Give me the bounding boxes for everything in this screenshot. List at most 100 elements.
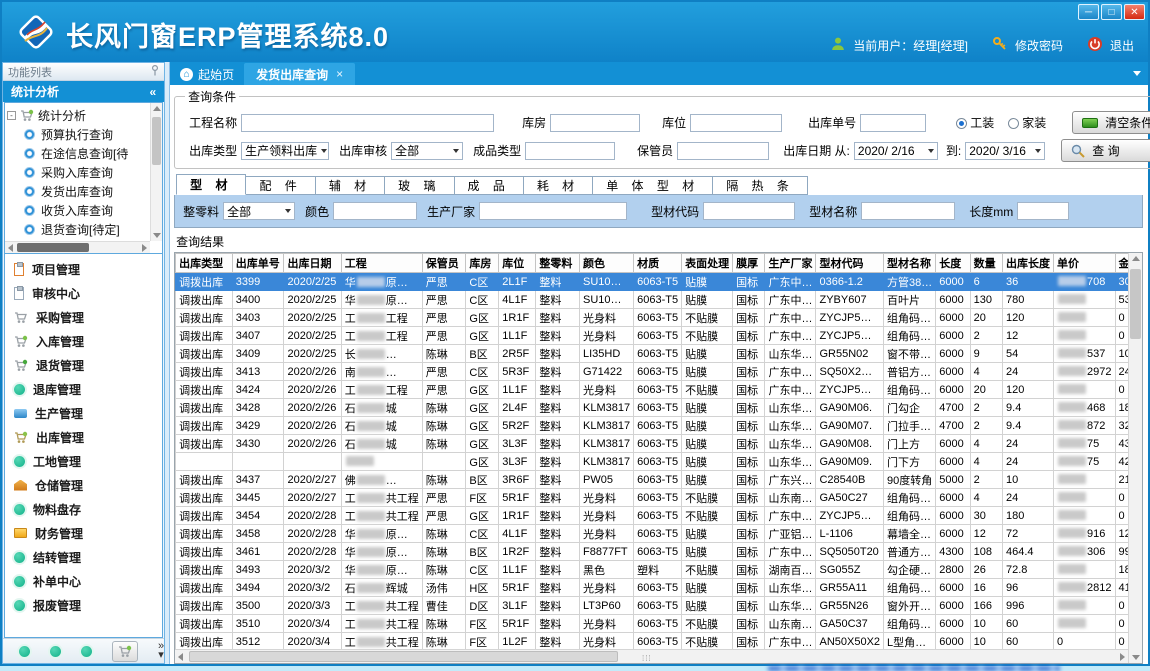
grid-horizontal-scrollbar[interactable]: ⁞⁞⁞ <box>175 649 1128 663</box>
cart-module-button[interactable] <box>112 641 138 662</box>
column-header[interactable]: 出库单号 <box>232 254 284 273</box>
pin-icon[interactable] <box>151 65 159 79</box>
module-dot-icon[interactable] <box>81 646 92 657</box>
column-header[interactable]: 数量 <box>970 254 1002 273</box>
column-header[interactable]: 膜厚 <box>733 254 765 273</box>
sidebar-item-仓储管理[interactable]: 仓储管理 <box>5 473 162 497</box>
column-header[interactable]: 出库日期 <box>284 254 341 273</box>
tree-item[interactable]: 发货出库查询 <box>7 182 149 201</box>
column-header[interactable]: 保管员 <box>422 254 466 273</box>
sidebar-item-报废管理[interactable]: 报废管理 <box>5 593 162 617</box>
column-header[interactable]: 出库长度 <box>1003 254 1054 273</box>
material-tab[interactable]: 辅 材 <box>316 176 385 195</box>
sidebar-item-入库管理[interactable]: 入库管理 <box>5 329 162 353</box>
table-row[interactable]: 调拨出库34582020/2/28华原…陈琳C区4L1F整料光身料6063-T5… <box>176 525 1142 543</box>
column-header[interactable]: 颜色 <box>580 254 634 273</box>
table-row[interactable]: 调拨出库34092020/2/25长…陈琳B区2R5F整料LI35HD6063-… <box>176 345 1142 363</box>
tree-item[interactable]: 退货查询[待定] <box>7 220 149 239</box>
sidebar-item-出库管理[interactable]: 出库管理 <box>5 425 162 449</box>
keeper-input[interactable] <box>677 142 769 160</box>
warehouse-input[interactable] <box>550 114 640 132</box>
profile-name-input[interactable] <box>861 202 955 220</box>
table-row[interactable]: 调拨出库34452020/2/27工共工程严思F区5R1F整料光身料6063-T… <box>176 489 1142 507</box>
table-row[interactable]: 调拨出库34372020/2/27佛…陈琳B区3R6F整料PW056063-T5… <box>176 471 1142 489</box>
table-row[interactable]: 调拨出库34132020/2/26南…严思C区5R3F整料G714226063-… <box>176 363 1142 381</box>
sidebar-item-审核中心[interactable]: 审核中心 <box>5 281 162 305</box>
date-to-select[interactable]: 2020/ 3/16 <box>965 142 1045 160</box>
column-header[interactable]: 长度 <box>936 254 970 273</box>
tree-item[interactable]: 预算执行查询 <box>7 125 149 144</box>
table-row[interactable]: 调拨出库33992020/2/25华原…严思C区2L1F整料SU10…6063-… <box>176 273 1142 291</box>
sidebar-group-statistics[interactable]: 统计分析 « <box>3 81 164 102</box>
outbound-audit-select[interactable]: 全部 <box>391 142 463 160</box>
column-header[interactable]: 型材名称 <box>884 254 936 273</box>
table-row[interactable]: 调拨出库34942020/3/2石辉城汤伟H区5R1F整料光身料6063-T5贴… <box>176 579 1142 597</box>
table-row[interactable]: 调拨出库34032020/2/25工工程严思G区1R1F整料光身料6063-T5… <box>176 309 1142 327</box>
change-password-link[interactable]: 修改密码 <box>1015 37 1063 54</box>
product-type-input[interactable] <box>525 142 615 160</box>
table-row[interactable]: 调拨出库34292020/2/26石城陈琳G区5R2F整料KLM38176063… <box>176 417 1142 435</box>
tree-item[interactable]: 采购入库查询 <box>7 163 149 182</box>
material-tab[interactable]: 成 品 <box>455 176 524 195</box>
material-tab[interactable]: 耗 材 <box>524 176 593 195</box>
sidebar-item-工地管理[interactable]: 工地管理 <box>5 449 162 473</box>
column-header[interactable]: 表面处理 <box>682 254 733 273</box>
tab-close-icon[interactable]: × <box>336 67 343 81</box>
sidebar-item-退货管理[interactable]: 退货管理 <box>5 353 162 377</box>
table-row[interactable]: 调拨出库34932020/3/2华原…陈琳C区1L1F整料黑色塑料不贴膜国标湖南… <box>176 561 1142 579</box>
tab-list-dropdown-icon[interactable] <box>1133 71 1141 76</box>
location-input[interactable] <box>690 114 782 132</box>
project-name-input[interactable] <box>241 114 494 132</box>
material-tab[interactable]: 单 体 型 材 <box>593 176 713 195</box>
table-row[interactable]: 调拨出库34242020/2/26工工程严思G区1L1F整料光身料6063-T5… <box>176 381 1142 399</box>
tree-horizontal-scrollbar[interactable] <box>5 241 150 253</box>
clear-conditions-button[interactable]: 清空条件 <box>1072 111 1150 134</box>
tab-home[interactable]: ⌂ 起始页 <box>170 63 244 85</box>
tree-item[interactable]: 在途信息查询[待 <box>7 144 149 163</box>
table-row[interactable]: 调拨出库34542020/2/28工共工程严思G区1R1F整料光身料6063-T… <box>176 507 1142 525</box>
column-header[interactable]: 出库类型 <box>176 254 233 273</box>
maximize-button[interactable]: □ <box>1101 4 1122 20</box>
material-tab[interactable]: 型 材 <box>176 174 246 195</box>
search-button[interactable]: 查 询 <box>1061 139 1150 162</box>
column-header[interactable]: 整零料 <box>536 254 580 273</box>
tree-root-node[interactable]: - 统计分析 <box>7 105 149 125</box>
logout-link[interactable]: 退出 <box>1110 37 1134 54</box>
date-from-select[interactable]: 2020/ 2/16 <box>854 142 938 160</box>
tab-shipment-outbound-query[interactable]: 发货出库查询 × <box>244 63 355 85</box>
maker-input[interactable] <box>479 202 627 220</box>
minimize-button[interactable]: ─ <box>1078 4 1099 20</box>
column-header[interactable]: 生产厂家 <box>765 254 816 273</box>
material-tab[interactable]: 隔 热 条 <box>713 176 808 195</box>
column-header[interactable]: 型材代码 <box>816 254 884 273</box>
column-header[interactable]: 库位 <box>499 254 536 273</box>
tree-expander-icon[interactable]: - <box>7 111 16 120</box>
outbound-type-select[interactable]: 生产领料出库 <box>241 142 329 160</box>
column-header[interactable]: 材质 <box>634 254 682 273</box>
module-dot-icon[interactable] <box>50 646 61 657</box>
column-header[interactable]: 工程 <box>341 254 422 273</box>
column-header[interactable]: 库房 <box>466 254 499 273</box>
radio-industrial[interactable]: 工装 <box>956 114 994 131</box>
profile-code-input[interactable] <box>703 202 795 220</box>
sidebar-item-物料盘存[interactable]: 物料盘存 <box>5 497 162 521</box>
grid-vertical-scrollbar[interactable] <box>1128 253 1142 663</box>
table-row[interactable]: G区3L3F整料KLM38176063-T5贴膜国标山东华…GA90M09.门下… <box>176 453 1142 471</box>
radio-home[interactable]: 家装 <box>1008 114 1046 131</box>
sidebar-item-财务管理[interactable]: 财务管理 <box>5 521 162 545</box>
collapse-icon[interactable]: « <box>149 85 156 99</box>
table-row[interactable]: 调拨出库34282020/2/26石城陈琳G区2L4F整料KLM38176063… <box>176 399 1142 417</box>
close-button[interactable]: ✕ <box>1124 4 1145 20</box>
sidebar-item-补单中心[interactable]: 补单中心 <box>5 569 162 593</box>
table-row[interactable]: 调拨出库34002020/2/25华原…严思C区4L1F整料SU10…6063-… <box>176 291 1142 309</box>
tree-vertical-scrollbar[interactable] <box>150 103 162 241</box>
material-tab[interactable]: 配 件 <box>246 176 315 195</box>
module-dot-icon[interactable] <box>19 646 30 657</box>
color-input[interactable] <box>333 202 417 220</box>
sidebar-item-项目管理[interactable]: 项目管理 <box>5 257 162 281</box>
whole-scrap-select[interactable]: 全部 <box>223 202 295 220</box>
table-row[interactable]: 调拨出库34612020/2/28华原…陈琳B区1R2F整料F8877FT606… <box>176 543 1142 561</box>
table-row[interactable]: 调拨出库35122020/3/4工共工程陈琳F区1L2F整料光身料6063-T5… <box>176 633 1142 651</box>
material-tab[interactable]: 玻 璃 <box>385 176 454 195</box>
column-header[interactable]: 单价 <box>1054 254 1115 273</box>
